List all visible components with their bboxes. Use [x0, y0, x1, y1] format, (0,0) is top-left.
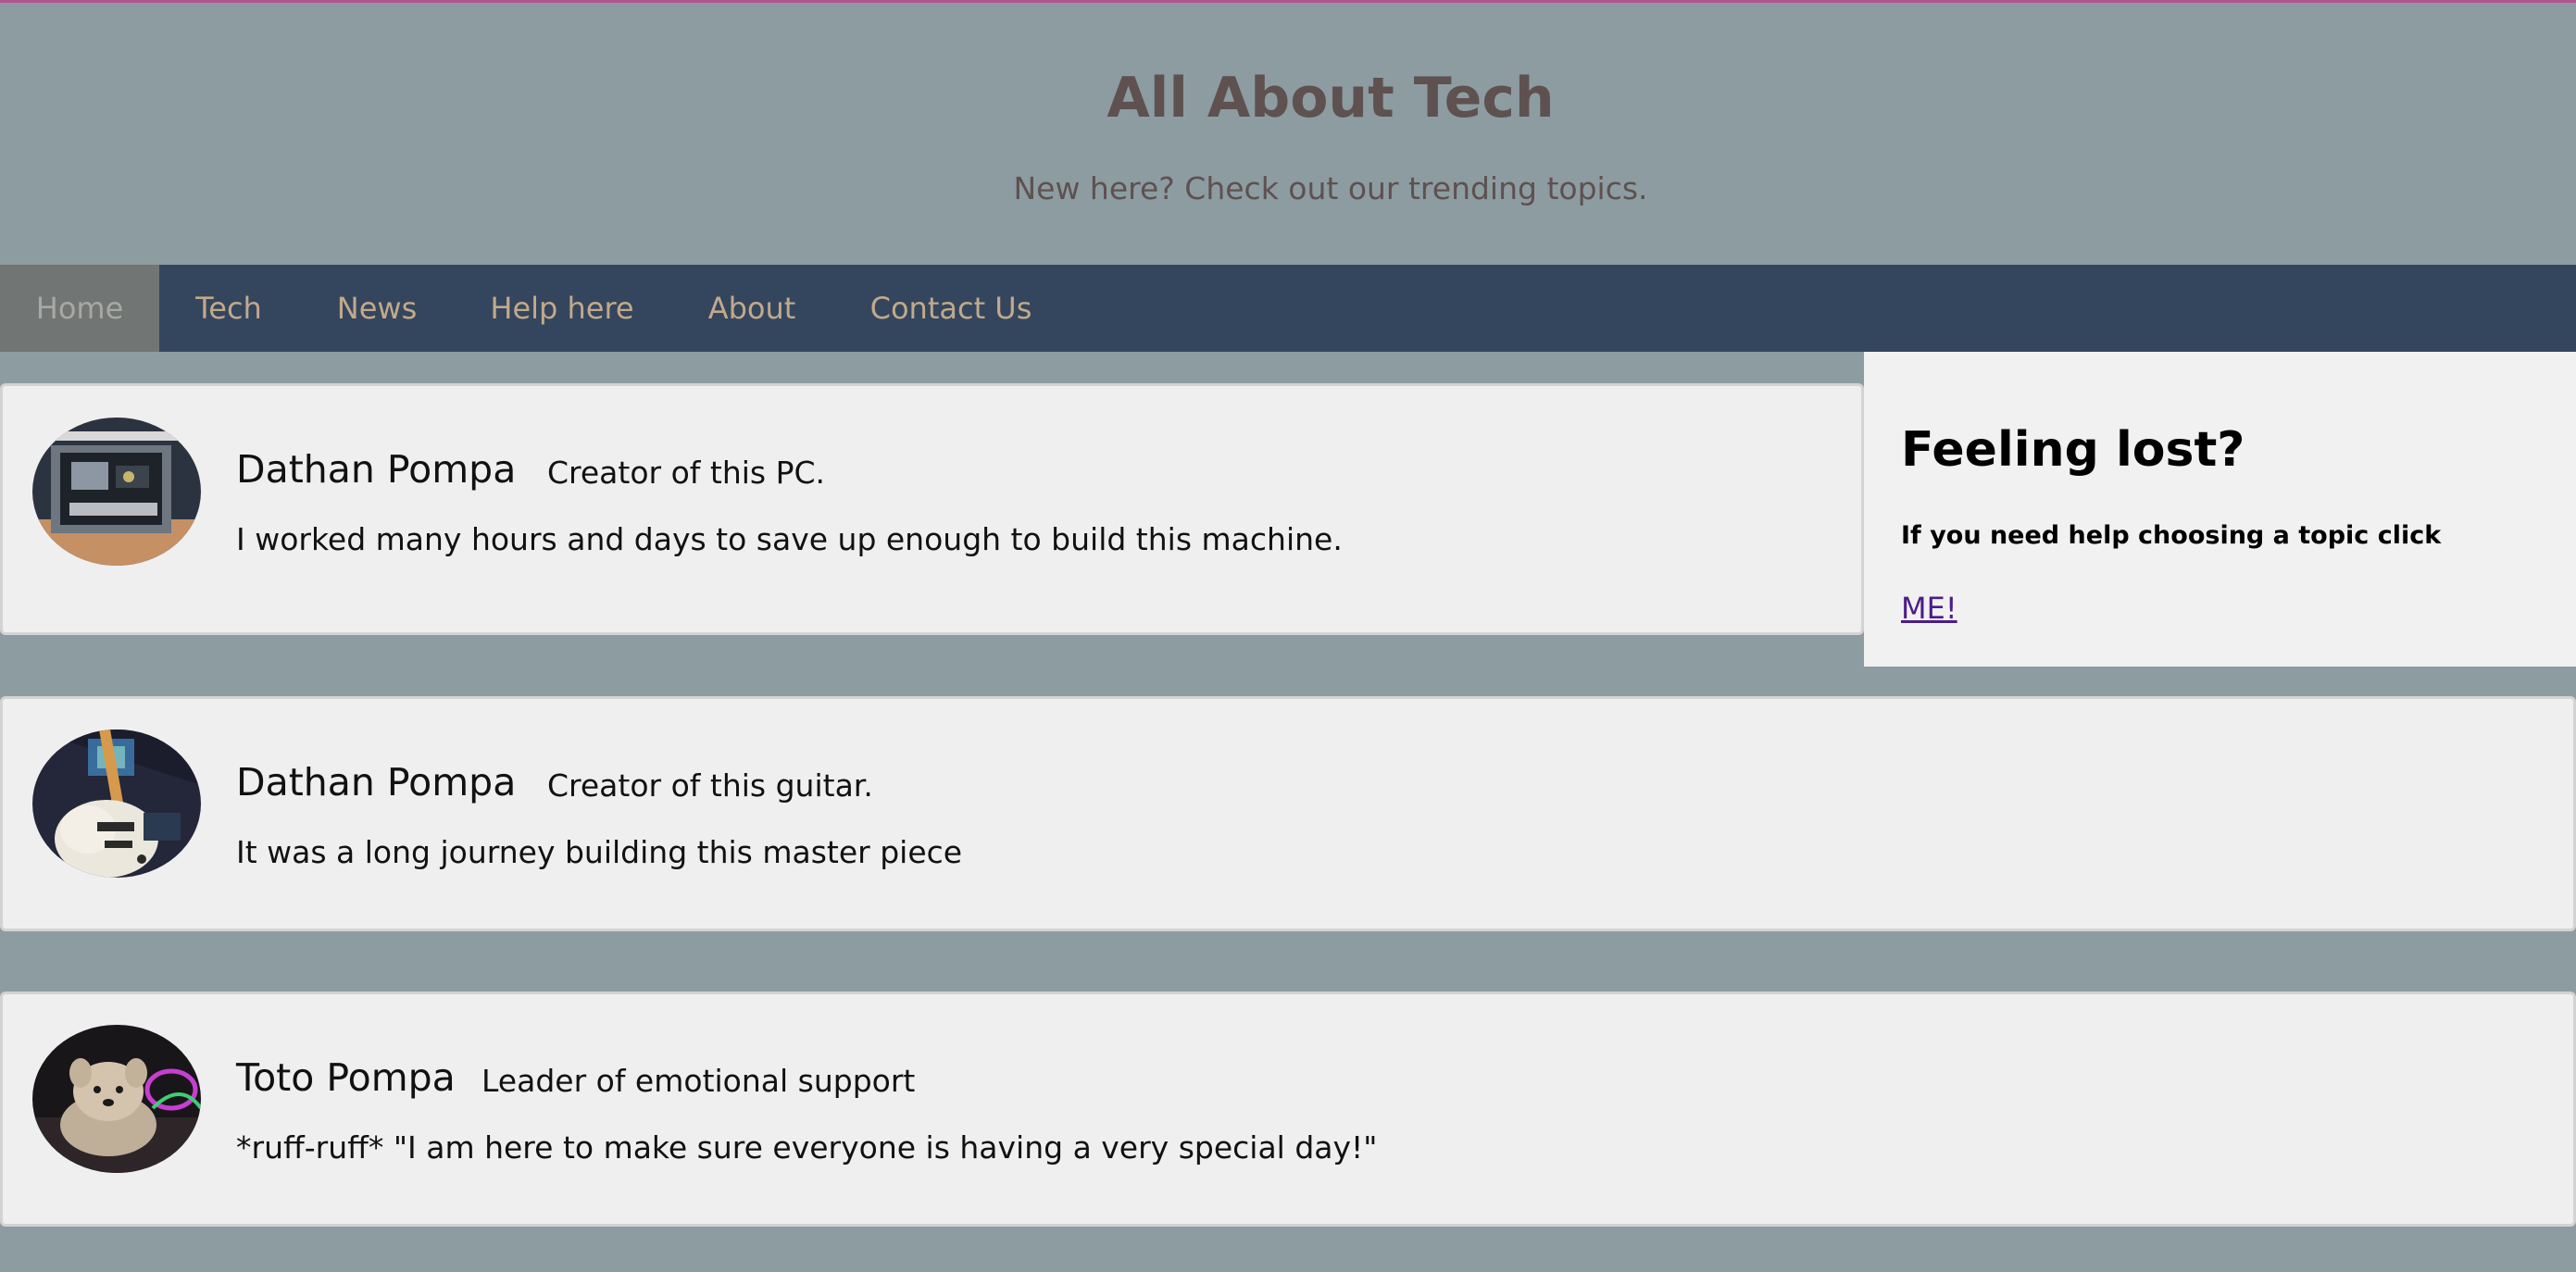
nav-item-news[interactable]: News: [298, 265, 456, 352]
main-nav: Home Tech News Help here About Contact U…: [0, 265, 2576, 352]
card-role: Creator of this guitar.: [547, 767, 873, 804]
profile-card: Toto Pompa Leader of emotional support *…: [0, 991, 2576, 1227]
pc-build-image: [32, 418, 201, 566]
sidebar-title: Feeling lost?: [1901, 422, 2245, 478]
guitar-image: [32, 730, 201, 878]
site-header: All About Tech New here? Check out our t…: [0, 0, 2576, 265]
help-link[interactable]: ME!: [1901, 591, 1957, 626]
dog-avatar: [32, 1025, 201, 1173]
nav-item-home[interactable]: Home: [0, 265, 159, 352]
nav-item-about[interactable]: About: [669, 265, 835, 352]
nav-item-tech[interactable]: Tech: [159, 265, 298, 352]
profile-card: Dathan Pompa Creator of this PC. I worke…: [0, 383, 1864, 635]
card-role: Leader of emotional support: [481, 1063, 916, 1099]
card-role: Creator of this PC.: [547, 455, 826, 491]
site-subtitle: New here? Check out our trending topics.: [1013, 170, 1648, 206]
guitar-avatar: [32, 730, 201, 878]
card-name: Dathan Pompa: [236, 760, 517, 804]
dog-image: [32, 1025, 201, 1173]
card-text: *ruff-ruff* "I am here to make sure ever…: [236, 1129, 1378, 1166]
profile-card: Dathan Pompa Creator of this guitar. It …: [0, 696, 2576, 931]
card-name: Toto Pompa: [236, 1055, 456, 1100]
nav-item-contact-us[interactable]: Contact Us: [835, 265, 1067, 352]
pc-build-avatar: [32, 418, 201, 566]
sidebar-text: If you need help choosing a topic click: [1901, 521, 2442, 550]
card-name: Dathan Pompa: [236, 447, 517, 492]
nav-item-help-here[interactable]: Help here: [456, 265, 669, 352]
site-title: All About Tech: [1107, 66, 1555, 131]
card-text: I worked many hours and days to save up …: [236, 521, 1343, 557]
help-sidebar: Feeling lost? If you need help choosing …: [1864, 352, 2576, 667]
card-text: It was a long journey building this mast…: [236, 834, 963, 870]
